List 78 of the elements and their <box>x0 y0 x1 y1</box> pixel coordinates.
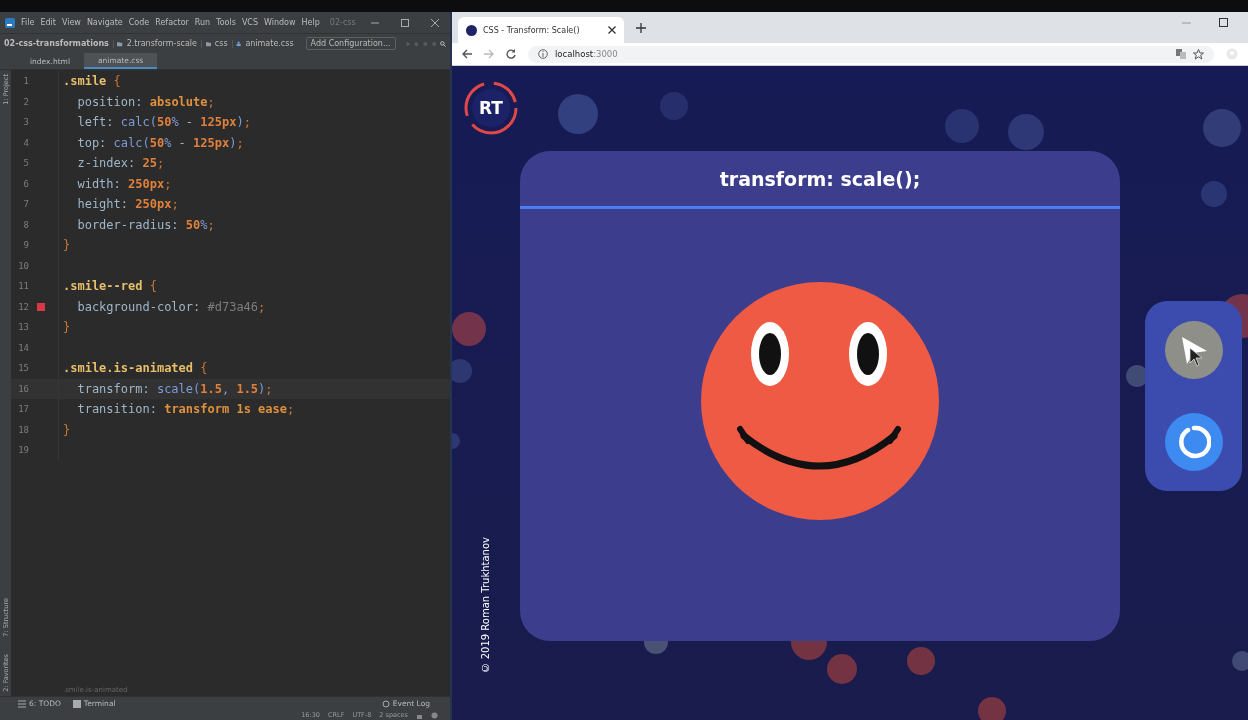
menu-item[interactable]: Edit <box>40 18 56 27</box>
copyright-text: © 2019 Roman Trukhtanov <box>479 536 491 673</box>
code-line: .smile.is-animated { <box>63 361 208 376</box>
code-line: } <box>63 320 71 335</box>
folder-icon <box>117 39 123 48</box>
line-number: 11 <box>17 281 29 292</box>
line-number: 7 <box>22 199 29 210</box>
tab-title: CSS - Transform: Scale() <box>483 25 581 35</box>
line-number: 5 <box>22 158 29 169</box>
code-line: .smile { <box>63 74 121 89</box>
code-line: .smile--red { <box>63 279 157 294</box>
favicon-icon <box>466 24 477 36</box>
breadcrumb-item[interactable]: 02-css-transformations <box>4 39 109 48</box>
card-title: transform: scale(); <box>719 167 921 190</box>
back-icon[interactable] <box>462 49 472 59</box>
menu-item[interactable]: VCS <box>241 18 258 27</box>
line-number: 13 <box>17 322 29 333</box>
menu-item[interactable]: Window <box>264 18 296 27</box>
menu-item[interactable]: Run <box>194 18 211 27</box>
line-number: 19 <box>17 445 29 456</box>
cursor-icon <box>1189 347 1205 367</box>
list-icon <box>18 699 26 708</box>
code-line: transform: scale(1.5, 1.5); <box>76 381 273 396</box>
code-line: background-color: #d73a46; <box>76 299 266 314</box>
new-tab-icon[interactable] <box>636 22 646 33</box>
info-icon <box>538 49 548 59</box>
address-field[interactable]: localhost:3000 <box>528 45 1214 63</box>
menu-item[interactable]: View <box>61 18 81 27</box>
menu-item[interactable]: Code <box>128 18 150 27</box>
configuration-button[interactable]: Add Configuration... <box>305 37 396 50</box>
search-icon[interactable] <box>440 38 446 49</box>
line-number: 9 <box>22 240 29 251</box>
menu-item[interactable]: File <box>21 18 35 27</box>
code-line: z-index: 25; <box>76 156 165 171</box>
line-number: 15 <box>17 363 29 374</box>
line-number: 16 <box>17 383 29 394</box>
breadcrumb-item[interactable]: css <box>214 39 228 48</box>
close-icon[interactable] <box>608 26 616 34</box>
logo-ring-icon <box>463 80 519 136</box>
line-number: 10 <box>17 260 29 271</box>
menu-item[interactable]: Tools <box>216 18 236 27</box>
code-line: border-radius: 50%; <box>76 217 215 232</box>
line-number: 2 <box>22 96 29 107</box>
code-line: width: 250px; <box>76 176 172 191</box>
line-number: 6 <box>22 178 29 189</box>
maximize-icon[interactable] <box>1219 18 1228 27</box>
menu-item[interactable]: Navigate <box>86 18 123 27</box>
breadcrumb-item[interactable]: animate.css <box>245 39 294 48</box>
code-line: position: absolute; <box>76 94 215 109</box>
code-line: top: calc(50% - 125px); <box>76 135 244 150</box>
menu-item[interactable]: Refactor <box>155 18 189 27</box>
code-line: left: calc(50% - 125px); <box>76 115 251 130</box>
line-number: 12 <box>17 301 29 312</box>
code-line: } <box>63 238 71 253</box>
terminal-icon <box>72 699 81 708</box>
line-number: 3 <box>22 117 29 128</box>
folder-icon <box>205 39 211 48</box>
code-line: transition: transform 1s ease; <box>76 402 295 417</box>
line-number: 14 <box>17 342 29 353</box>
maximize-icon[interactable] <box>401 18 409 27</box>
line-number: 8 <box>22 219 29 230</box>
line-number: 17 <box>17 404 29 415</box>
line-number: 18 <box>17 424 29 435</box>
browser-tab[interactable]: CSS - Transform: Scale() <box>458 17 624 43</box>
menu-item[interactable]: Help <box>301 18 320 27</box>
logo[interactable]: RT <box>472 89 510 127</box>
file-icon <box>236 39 242 48</box>
reload-icon[interactable] <box>506 49 516 59</box>
log-icon <box>381 699 390 708</box>
breadcrumb-item[interactable]: 2.transform-scale <box>126 39 197 48</box>
code-line: } <box>63 422 71 437</box>
reload-icon <box>1176 425 1211 459</box>
app-icon <box>5 17 15 28</box>
star-icon[interactable] <box>1193 48 1204 60</box>
line-number: 1 <box>22 76 29 87</box>
code-line: height: 250px; <box>76 197 179 212</box>
line-number: 4 <box>22 137 29 148</box>
translate-icon[interactable] <box>1176 49 1186 59</box>
